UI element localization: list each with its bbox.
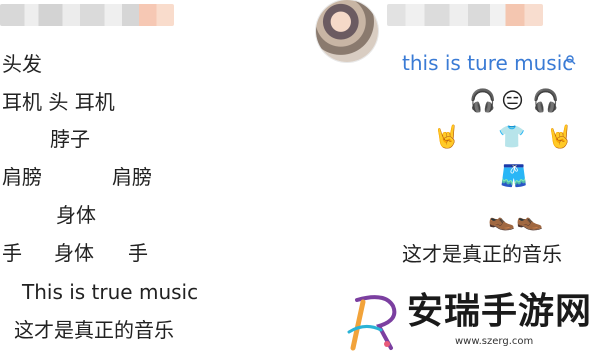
lyric-line-caption: 这才是真正的音乐 [14,318,174,342]
watermark: 安瑞手游网 www.szerg.com [345,290,594,355]
tshirt-icon: 👕 [498,125,526,150]
lyric-line-body-2: 身体 [54,241,94,265]
right-username-blurred [387,4,543,26]
headphones-icon-right: 🎧 [532,89,560,114]
lyric-line-neck: 脖子 [50,127,90,151]
shoe-icon-left: 👞 [488,207,516,232]
lyric-line-body: 身体 [56,203,96,227]
shorts-icon: 🩳 [500,164,528,189]
lyric-line-english: This is true music [22,280,199,304]
lyric-line-hand-right: 手 [128,241,148,265]
right-caption: 这才是真正的音乐 [402,242,562,266]
lyric-line-hand-left: 手 [2,241,22,265]
expressionless-face-icon: 😑 [501,89,524,114]
search-icon[interactable] [566,55,576,65]
music-title-link[interactable]: this is ture music [402,50,573,76]
rock-hand-icon-left: 🤘 [433,125,461,150]
shoe-icon-right: 👞 [516,207,544,232]
logo-icon [347,295,397,351]
rock-hand-icon-right: 🤘 [546,125,574,150]
left-username-blurred [0,4,174,26]
lyric-line-headphones: 耳机 头 耳机 [2,90,115,114]
headphones-icon-left: 🎧 [469,89,497,114]
lyric-line-shoulder-left: 肩膀 [2,165,42,189]
lyric-line-shoulder-right: 肩膀 [112,165,152,189]
lyric-line-hair: 头发 [2,52,42,76]
avatar[interactable] [316,0,378,62]
watermark-text: 安瑞手游网 [407,291,593,332]
watermark-url: www.szerg.com [455,336,534,347]
